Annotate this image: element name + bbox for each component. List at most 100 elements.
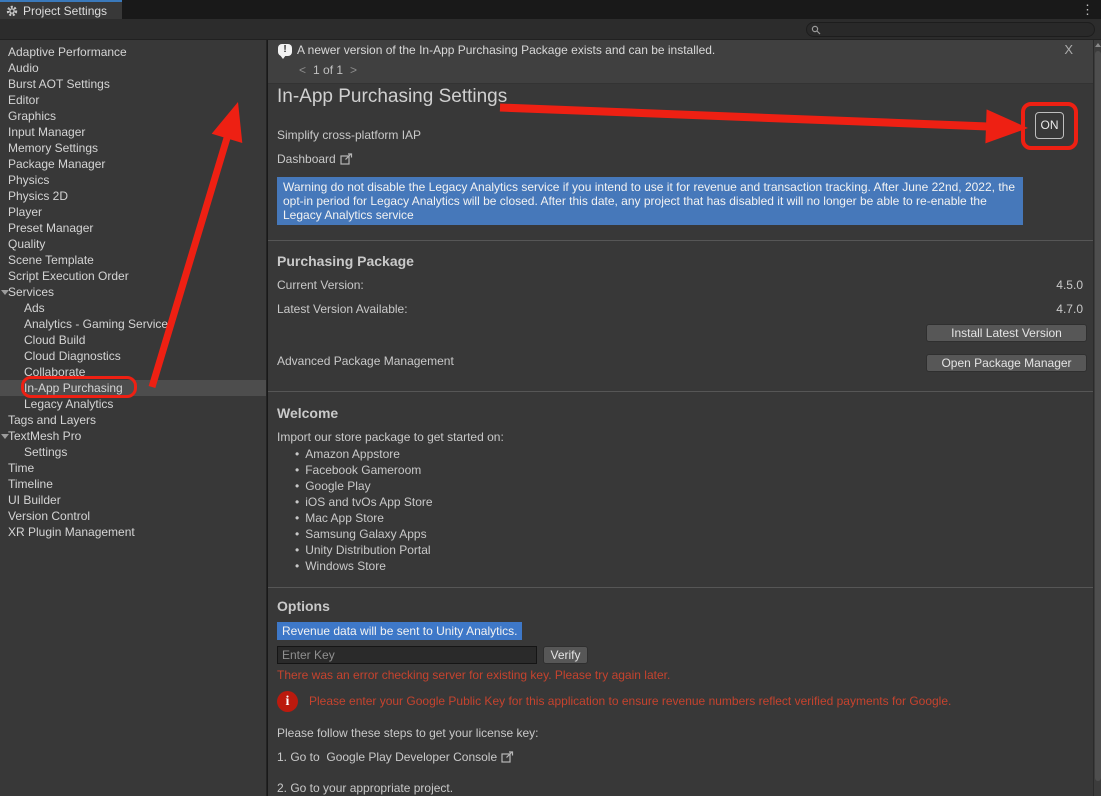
sidebar-item-in-app-purchasing[interactable]: In-App Purchasing <box>0 380 266 396</box>
sidebar-item-editor[interactable]: Editor <box>0 92 266 108</box>
sidebar-item-label: Script Execution Order <box>8 269 129 283</box>
google-key-note: Please enter your Google Public Key for … <box>309 694 1079 708</box>
kebab-menu-icon[interactable]: ⋮ <box>1081 1 1094 18</box>
banner-pager: < 1 of 1 > <box>299 63 357 77</box>
scroll-up-icon[interactable] <box>1095 43 1101 47</box>
sidebar-item-collaborate[interactable]: Collaborate <box>0 364 266 380</box>
sidebar-item-label: UI Builder <box>8 493 61 507</box>
sidebar-item-label: Cloud Build <box>24 333 85 347</box>
sidebar-item-physics[interactable]: Physics <box>0 172 266 188</box>
pager-prev-icon[interactable]: < <box>299 63 306 77</box>
search-icon <box>811 25 821 35</box>
sidebar-item-time[interactable]: Time <box>0 460 266 476</box>
sidebar-item-physics-2d[interactable]: Physics 2D <box>0 188 266 204</box>
tab-title: Project Settings <box>23 4 107 18</box>
sidebar-item-label: TextMesh Pro <box>8 429 81 443</box>
sidebar-item-scene-template[interactable]: Scene Template <box>0 252 266 268</box>
sidebar-item-label: Package Manager <box>8 157 105 171</box>
pager-next-icon[interactable]: > <box>350 63 357 77</box>
store-list-item: Google Play <box>295 478 433 494</box>
store-list-item: Mac App Store <box>295 510 433 526</box>
latest-version-value: 4.7.0 <box>1056 302 1083 316</box>
sidebar-item-label: Adaptive Performance <box>8 45 127 59</box>
search-box[interactable] <box>806 22 1095 37</box>
purchasing-package-heading: Purchasing Package <box>277 253 414 269</box>
store-list-item: Unity Distribution Portal <box>295 542 433 558</box>
current-version-label: Current Version: <box>277 278 364 292</box>
license-steps-intro: Please follow these steps to get your li… <box>277 726 538 740</box>
latest-version-label: Latest Version Available: <box>277 302 408 316</box>
sidebar-item-xr-plugin-management[interactable]: XR Plugin Management <box>0 524 266 540</box>
advanced-package-management-label: Advanced Package Management <box>277 354 454 368</box>
sidebar-item-services[interactable]: Services <box>0 284 266 300</box>
foldout-triangle-icon[interactable] <box>1 434 9 439</box>
sidebar-item-analytics-gaming-services[interactable]: Analytics - Gaming Services <box>0 316 266 332</box>
project-settings-window: Project Settings ⋮ Adaptive Performance A… <box>0 0 1101 796</box>
sidebar-item-graphics[interactable]: Graphics <box>0 108 266 124</box>
error-info-icon: i <box>277 691 298 712</box>
main-panel <box>268 40 1093 796</box>
store-list-item: Amazon Appstore <box>295 446 433 462</box>
sidebar-item-label: Player <box>8 205 42 219</box>
sidebar-item-label: Audio <box>8 61 39 75</box>
sidebar-item-package-manager[interactable]: Package Manager <box>0 156 266 172</box>
key-check-error-text: There was an error checking server for e… <box>277 668 670 682</box>
google-key-input[interactable] <box>277 646 537 664</box>
sidebar-item-cloud-diagnostics[interactable]: Cloud Diagnostics <box>0 348 266 364</box>
sidebar-item-input-manager[interactable]: Input Manager <box>0 124 266 140</box>
sidebar-item-cloud-build[interactable]: Cloud Build <box>0 332 266 348</box>
store-list: Amazon AppstoreFacebook GameroomGoogle P… <box>295 446 433 574</box>
sidebar-item-ads[interactable]: Ads <box>0 300 266 316</box>
sidebar-item-memory-settings[interactable]: Memory Settings <box>0 140 266 156</box>
verify-button[interactable]: Verify <box>543 646 588 664</box>
sidebar-item-adaptive-performance[interactable]: Adaptive Performance <box>0 44 266 60</box>
google-play-console-link[interactable]: Google Play Developer Console <box>326 750 497 764</box>
sidebar-item-label: Preset Manager <box>8 221 93 235</box>
sidebar-item-label: Cloud Diagnostics <box>24 349 121 363</box>
sidebar-item-label: Scene Template <box>8 253 94 267</box>
sidebar-item-label: Quality <box>8 237 45 251</box>
notification-banner: ! A newer version of the In-App Purchasi… <box>268 40 1093 84</box>
iap-toggle-on-button[interactable]: ON <box>1035 112 1064 139</box>
sidebar-item-label: Ads <box>24 301 45 315</box>
scrollbar-thumb[interactable] <box>1095 51 1101 781</box>
sidebar-item-script-execution-order[interactable]: Script Execution Order <box>0 268 266 284</box>
sidebar-item-timeline[interactable]: Timeline <box>0 476 266 492</box>
sidebar-item-burst-aot-settings[interactable]: Burst AOT Settings <box>0 76 266 92</box>
store-list-item: iOS and tvOs App Store <box>295 494 433 510</box>
store-list-item: Samsung Galaxy Apps <box>295 526 433 542</box>
sidebar-item-settings[interactable]: Settings <box>0 444 266 460</box>
sidebar-item-textmesh-pro[interactable]: TextMesh Pro <box>0 428 266 444</box>
sidebar-item-label: Time <box>8 461 34 475</box>
sidebar-item-ui-builder[interactable]: UI Builder <box>0 492 266 508</box>
external-link-icon <box>501 751 514 766</box>
section-divider <box>268 391 1093 392</box>
sidebar-item-version-control[interactable]: Version Control <box>0 508 266 524</box>
install-latest-version-button[interactable]: Install Latest Version <box>926 324 1087 342</box>
sidebar-item-quality[interactable]: Quality <box>0 236 266 252</box>
sidebar-item-label: Timeline <box>8 477 53 491</box>
sidebar-item-label: Settings <box>24 445 67 459</box>
section-divider <box>268 240 1093 241</box>
tab-project-settings[interactable]: Project Settings <box>0 0 122 19</box>
step-2: 2. Go to your appropriate project. <box>277 781 453 795</box>
sidebar-item-preset-manager[interactable]: Preset Manager <box>0 220 266 236</box>
external-link-icon <box>340 153 353 168</box>
alert-bubble-icon: ! <box>278 44 292 56</box>
sidebar-item-legacy-analytics[interactable]: Legacy Analytics <box>0 396 266 412</box>
current-version-value: 4.5.0 <box>1056 278 1083 292</box>
page-title: In-App Purchasing Settings <box>277 86 507 108</box>
sidebar-item-audio[interactable]: Audio <box>0 60 266 76</box>
sidebar-item-label: In-App Purchasing <box>24 381 123 395</box>
options-heading: Options <box>277 598 330 614</box>
banner-close-icon[interactable]: X <box>1064 42 1073 57</box>
sidebar-item-label: Graphics <box>8 109 56 123</box>
foldout-triangle-icon[interactable] <box>1 290 9 295</box>
vertical-scrollbar[interactable] <box>1093 40 1101 796</box>
sidebar-item-tags-and-layers[interactable]: Tags and Layers <box>0 412 266 428</box>
open-package-manager-button[interactable]: Open Package Manager <box>926 354 1087 372</box>
sidebar-item-player[interactable]: Player <box>0 204 266 220</box>
dashboard-link[interactable]: Dashboard <box>277 152 353 168</box>
search-input[interactable] <box>821 24 1081 36</box>
sidebar-item-label: Physics 2D <box>8 189 68 203</box>
